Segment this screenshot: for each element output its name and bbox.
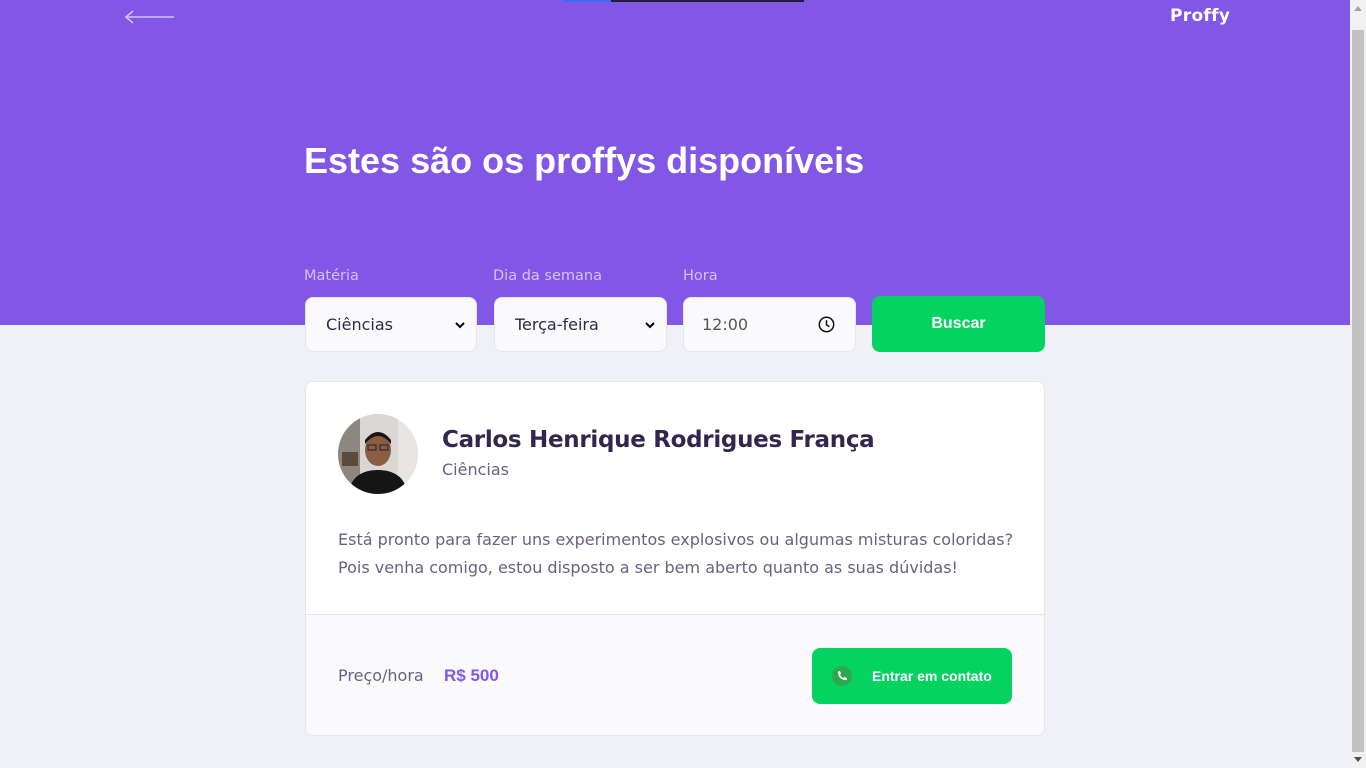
weekday-select-value: Terça-feira [515,315,599,334]
subject-select[interactable]: Ciências [305,297,477,352]
teacher-card: Carlos Henrique Rodrigues França Ciência… [305,381,1045,736]
clock-icon[interactable] [818,316,835,333]
scroll-up-icon[interactable] [1354,6,1362,11]
time-input[interactable]: 12:00 [683,297,856,352]
contact-button[interactable]: Entrar em contato [812,648,1012,704]
chevron-down-icon [645,321,655,328]
time-label: Hora [683,268,718,284]
price-label: Preço/hora [338,666,424,685]
subject-label: Matéria [304,268,359,284]
scrollbar-thumb[interactable] [1352,30,1364,752]
arrow-left-icon [124,10,174,24]
weekday-label: Dia da semana [493,268,602,284]
contact-button-label: Entrar em contato [872,668,992,684]
vertical-scrollbar[interactable] [1350,0,1366,768]
teacher-subject: Ciências [442,460,509,479]
weekday-select[interactable]: Terça-feira [494,297,667,352]
back-button[interactable] [124,7,176,27]
price-value: R$ 500 [444,666,499,685]
whatsapp-icon [832,666,852,686]
scroll-down-icon[interactable] [1354,757,1362,762]
loading-progress-bar [563,0,804,2]
teacher-name: Carlos Henrique Rodrigues França [442,427,875,453]
teacher-avatar [338,414,418,494]
proffy-logo: Proffy [1170,6,1231,26]
card-footer: Preço/hora R$ 500 Entrar em contato [306,614,1044,735]
search-button[interactable]: Buscar [872,296,1045,352]
page-title: Estes são os proffys disponíveis [304,140,865,181]
chevron-down-icon [455,321,465,328]
time-input-value: 12:00 [702,315,749,334]
teacher-bio: Está pronto para fazer uns experimentos … [338,530,1014,577]
subject-select-value: Ciências [326,315,393,334]
